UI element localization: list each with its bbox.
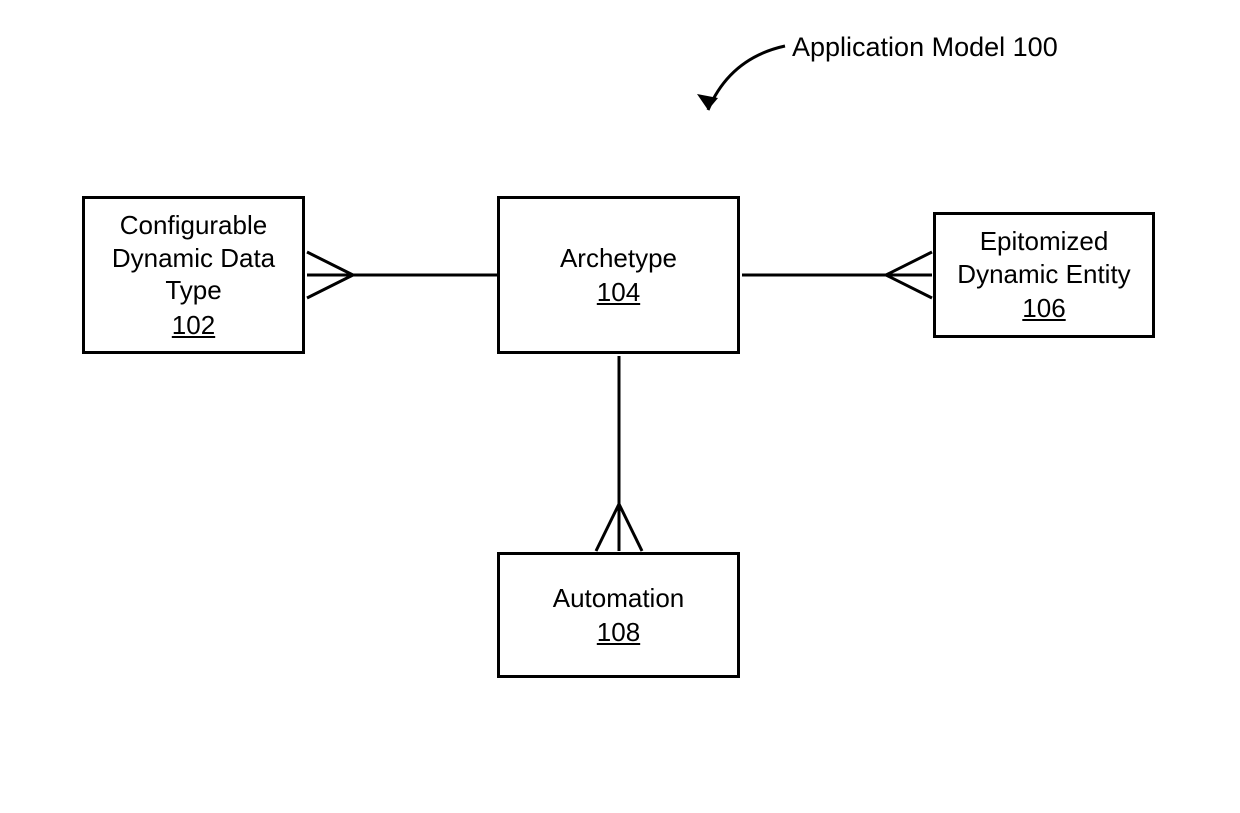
box-automation: Automation 108 [497, 552, 740, 678]
box-epitomized-line2: Dynamic Entity [957, 258, 1130, 291]
box-automation-line1: Automation [553, 582, 685, 615]
connector-archetype-automation [590, 354, 648, 554]
box-epitomized-dynamic-entity: Epitomized Dynamic Entity 106 [933, 212, 1155, 338]
box-configurable-line3: Type [165, 274, 221, 307]
box-epitomized-line1: Epitomized [980, 225, 1109, 258]
title-arrow [690, 38, 800, 128]
title-text: Application Model [792, 32, 1005, 62]
box-archetype-line1: Archetype [560, 242, 677, 275]
box-automation-ref: 108 [597, 616, 640, 649]
box-configurable-dynamic-data-type: Configurable Dynamic Data Type 102 [82, 196, 305, 354]
box-epitomized-ref: 106 [1022, 292, 1065, 325]
connector-archetype-epitomized [740, 248, 935, 303]
title-ref: 100 [1013, 32, 1058, 62]
box-archetype: Archetype 104 [497, 196, 740, 354]
box-configurable-line2: Dynamic Data [112, 242, 275, 275]
connector-configurable-archetype [305, 248, 500, 303]
box-configurable-line1: Configurable [120, 209, 267, 242]
diagram-canvas: Application Model 100 Configurable Dynam… [0, 0, 1240, 813]
box-archetype-ref: 104 [597, 276, 640, 309]
diagram-title: Application Model 100 [792, 32, 1058, 63]
box-configurable-ref: 102 [172, 309, 215, 342]
